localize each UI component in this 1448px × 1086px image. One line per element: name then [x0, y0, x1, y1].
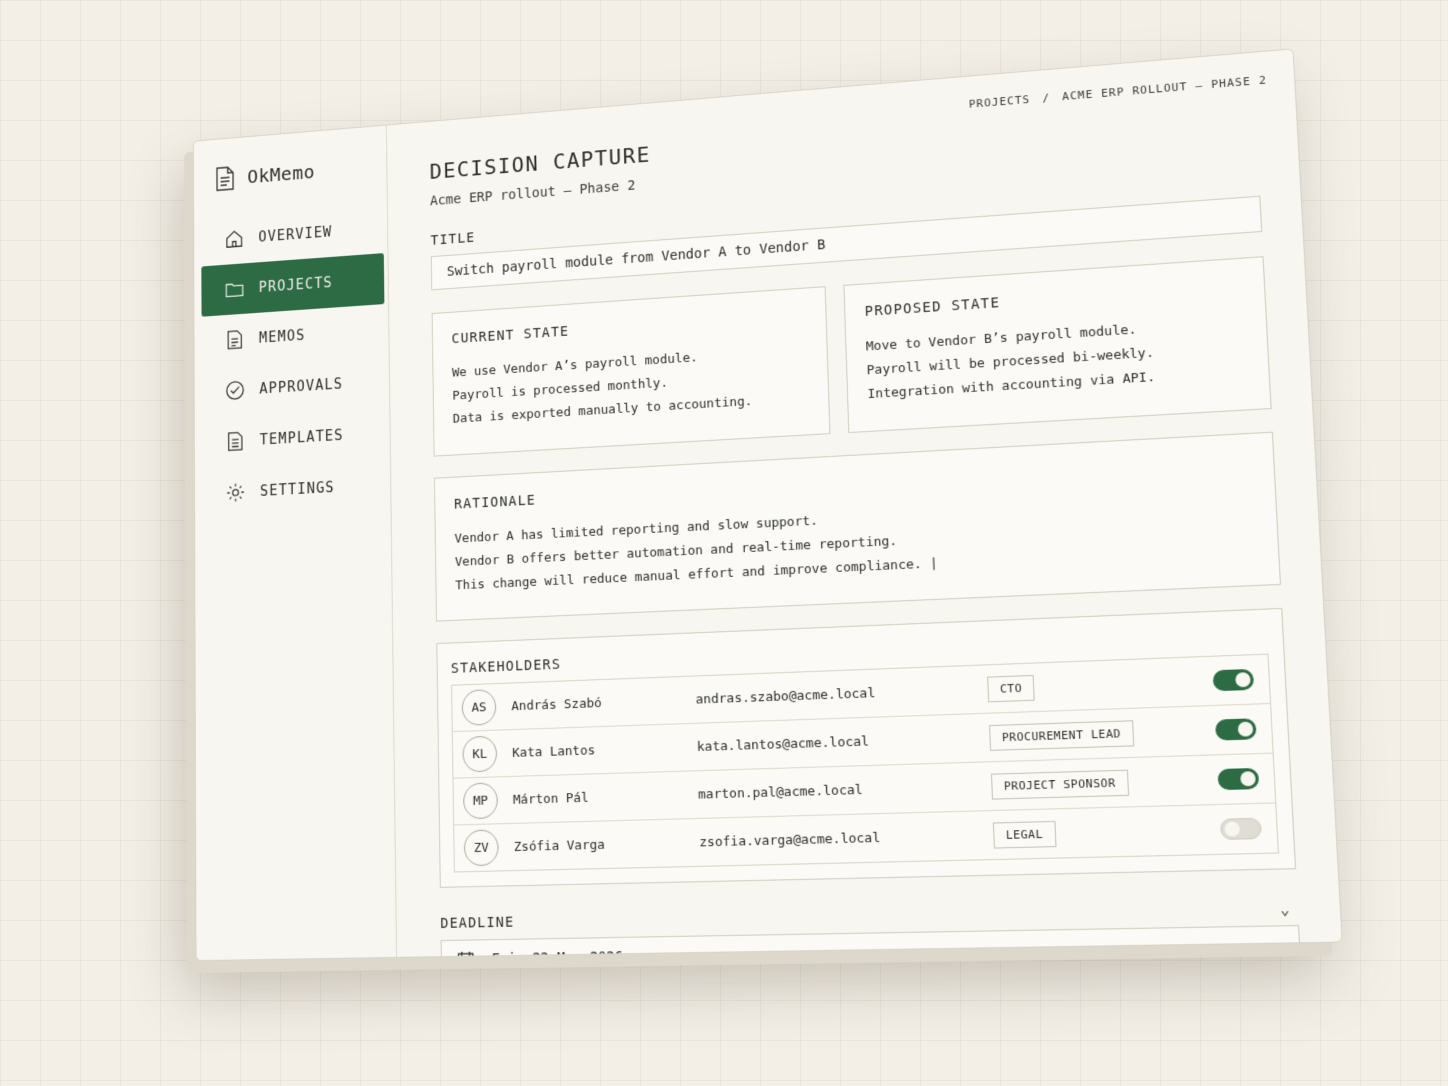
- stakeholder-email: zsofia.varga@acme.local: [699, 827, 994, 850]
- avatar: KL: [462, 736, 497, 773]
- avatar: ZV: [464, 829, 499, 866]
- current-state-label: CURRENT STATE: [451, 308, 805, 347]
- stakeholder-name: András Szabó: [511, 692, 696, 714]
- chevron-down-icon[interactable]: ⌄: [1280, 902, 1290, 919]
- stakeholder-email: kata.lantos@acme.local: [697, 730, 990, 755]
- main-content: PROJECTS / ACME ERP ROLLOUT – PHASE 2 DECI…: [387, 49, 1342, 956]
- sidebar-item-label: APPROVALS: [259, 375, 343, 397]
- breadcrumb-separator: /: [1042, 91, 1050, 104]
- avatar: MP: [463, 782, 498, 819]
- app-name: OkMemo: [247, 160, 315, 188]
- home-icon: [224, 228, 244, 250]
- role-badge: PROJECT SPONSOR: [991, 769, 1129, 799]
- proposed-state-label: PROPOSED STATE: [864, 279, 1243, 320]
- deadline-date-picker[interactable]: Fri, 22 May 2026: [441, 925, 1302, 961]
- rationale-textarea[interactable]: RATIONALE Vendor A has limited reporting…: [434, 432, 1281, 622]
- sidebar-item-label: OVERVIEW: [258, 223, 332, 245]
- sidebar-item-label: TEMPLATES: [260, 426, 344, 448]
- deadline-section: DEADLINE ⌄ Fri, 22 May 2026: [440, 899, 1301, 961]
- stakeholders-section: STAKEHOLDERS AS András Szabó andras.szab…: [436, 608, 1296, 888]
- template-icon: [225, 430, 245, 452]
- stakeholder-toggle[interactable]: [1220, 818, 1262, 840]
- role-badge: PROCUREMENT LEAD: [989, 720, 1134, 751]
- stakeholders-table: AS András Szabó andras.szabo@acme.local …: [451, 654, 1279, 873]
- current-state-card[interactable]: CURRENT STATE We use Vendor A’s payroll …: [432, 286, 830, 456]
- document-icon: [225, 329, 245, 351]
- breadcrumb-root[interactable]: PROJECTS: [969, 93, 1031, 111]
- sidebar-item-label: SETTINGS: [260, 479, 335, 500]
- stakeholder-name: Márton Pál: [513, 787, 698, 807]
- proposed-state-card[interactable]: PROPOSED STATE Move to Vendor B’s payrol…: [843, 256, 1272, 433]
- deadline-value: Fri, 22 May 2026: [492, 949, 624, 961]
- stakeholder-toggle[interactable]: [1212, 669, 1254, 691]
- stakeholder-toggle[interactable]: [1217, 768, 1259, 790]
- sidebar-item-label: PROJECTS: [259, 274, 333, 296]
- folder-icon: [225, 278, 245, 300]
- sidebar-item-label: MEMOS: [259, 326, 305, 346]
- stakeholder-name: Zsófia Varga: [514, 835, 700, 855]
- role-badge: CTO: [987, 674, 1035, 701]
- gear-icon: [226, 482, 246, 504]
- stakeholder-email: marton.pal@acme.local: [698, 778, 992, 802]
- sidebar: OkMemo OVERVIEW PROJECTS MEMOS APPROVALS…: [194, 125, 397, 960]
- title-input-value: Switch payroll module from Vendor A to V…: [447, 237, 826, 280]
- avatar: AS: [462, 689, 497, 726]
- stakeholder-name: Kata Lantos: [512, 739, 697, 760]
- role-badge: LEGAL: [993, 820, 1056, 848]
- stakeholder-email: andras.szabo@acme.local: [695, 681, 988, 707]
- sidebar-item-settings[interactable]: SETTINGS: [202, 458, 387, 520]
- logo-document-icon: [215, 166, 235, 192]
- app-window: OkMemo OVERVIEW PROJECTS MEMOS APPROVALS…: [193, 48, 1343, 961]
- stakeholder-toggle[interactable]: [1215, 718, 1257, 740]
- check-circle-icon: [225, 379, 245, 401]
- calendar-icon: [457, 951, 475, 962]
